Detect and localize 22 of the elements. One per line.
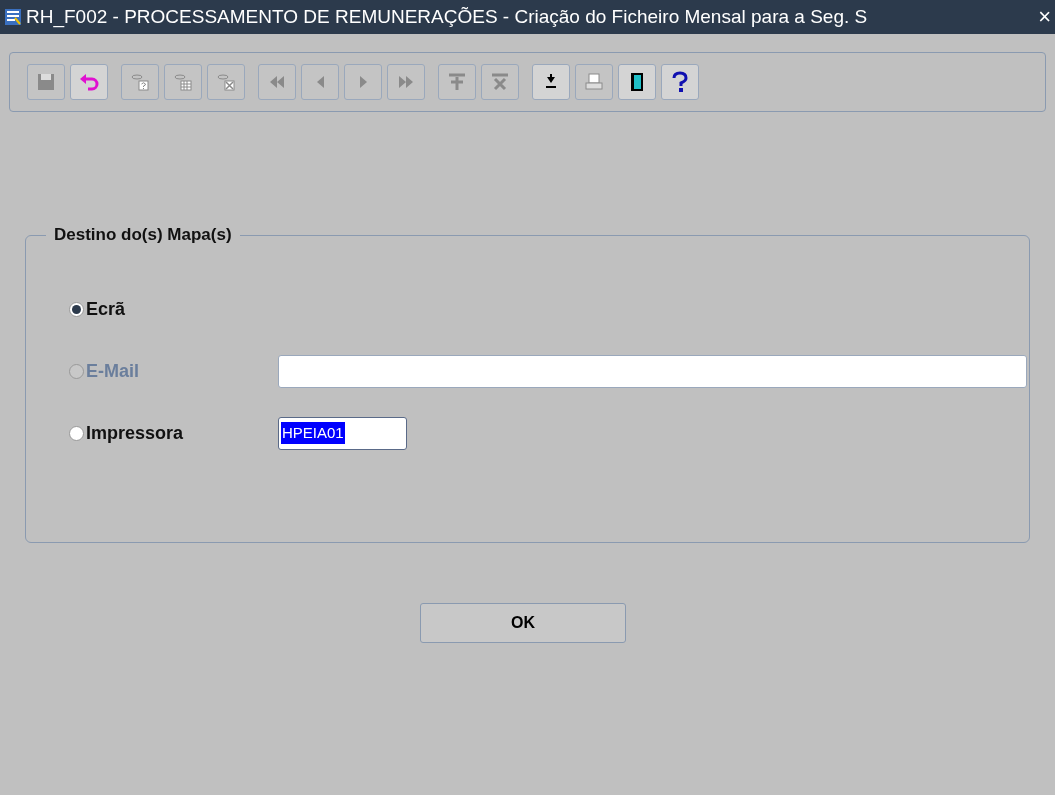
- window-title: RH_F002 - PROCESSAMENTO DE REMUNERAÇÕES - Criação do Ficheiro Mensal para a Seg. S: [26, 4, 869, 30]
- right-arrow-icon: [358, 75, 368, 89]
- radio-button[interactable]: [69, 301, 84, 317]
- undo-arrow-icon: [78, 71, 100, 93]
- database-grid-icon: [172, 71, 194, 93]
- left-arrow-icon: [315, 75, 325, 89]
- radio-button[interactable]: [69, 425, 84, 441]
- toolbar-button[interactable]: [661, 64, 699, 100]
- printer-icon: [583, 71, 605, 93]
- database-query-icon: [129, 71, 151, 93]
- toolbar-button[interactable]: [618, 64, 656, 100]
- close-button[interactable]: ×: [1038, 6, 1051, 28]
- radio-option[interactable]: Impressora: [69, 419, 278, 447]
- x-icon: [489, 71, 511, 93]
- plus-icon: [446, 71, 468, 93]
- app-icon: [4, 8, 22, 26]
- field-value: HPEIA01: [281, 421, 345, 445]
- text-field[interactable]: HPEIA01: [278, 416, 407, 450]
- ok-button[interactable]: OK: [420, 603, 626, 643]
- radio-option[interactable]: Ecrã: [69, 295, 278, 323]
- toolbar-button[interactable]: [532, 64, 570, 100]
- database-x-icon: [215, 71, 237, 93]
